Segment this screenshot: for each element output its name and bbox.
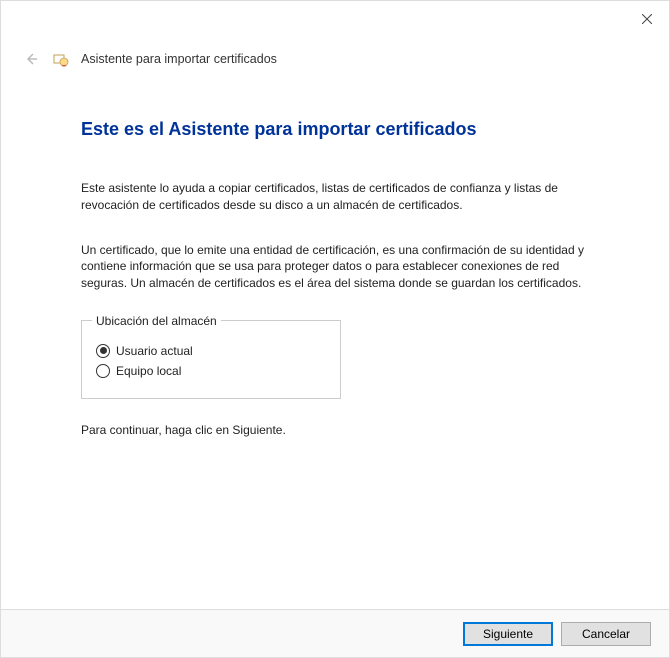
- radio-icon: [96, 344, 110, 358]
- back-arrow-icon: [21, 49, 41, 69]
- intro-paragraph-1: Este asistente lo ayuda a copiar certifi…: [81, 180, 589, 214]
- radio-icon: [96, 364, 110, 378]
- next-button[interactable]: Siguiente: [463, 622, 553, 646]
- cancel-button[interactable]: Cancelar: [561, 622, 651, 646]
- certificate-wizard-icon: [53, 51, 69, 67]
- intro-paragraph-2: Un certificado, que lo emite una entidad…: [81, 242, 589, 292]
- continue-hint: Para continuar, haga clic en Siguiente.: [81, 423, 589, 437]
- radio-local-machine-label: Equipo local: [116, 364, 181, 378]
- store-location-legend: Ubicación del almacén: [92, 314, 221, 328]
- radio-current-user-label: Usuario actual: [116, 344, 193, 358]
- close-button[interactable]: [637, 9, 657, 29]
- wizard-header: Asistente para importar certificados: [1, 1, 669, 69]
- wizard-content: Este es el Asistente para importar certi…: [1, 69, 669, 457]
- radio-local-machine[interactable]: Equipo local: [96, 364, 326, 378]
- store-location-fieldset: Ubicación del almacén Usuario actual Equ…: [81, 314, 341, 399]
- page-heading: Este es el Asistente para importar certi…: [81, 119, 589, 140]
- wizard-footer: Siguiente Cancelar: [1, 609, 669, 657]
- wizard-title: Asistente para importar certificados: [81, 52, 277, 66]
- radio-current-user[interactable]: Usuario actual: [96, 344, 326, 358]
